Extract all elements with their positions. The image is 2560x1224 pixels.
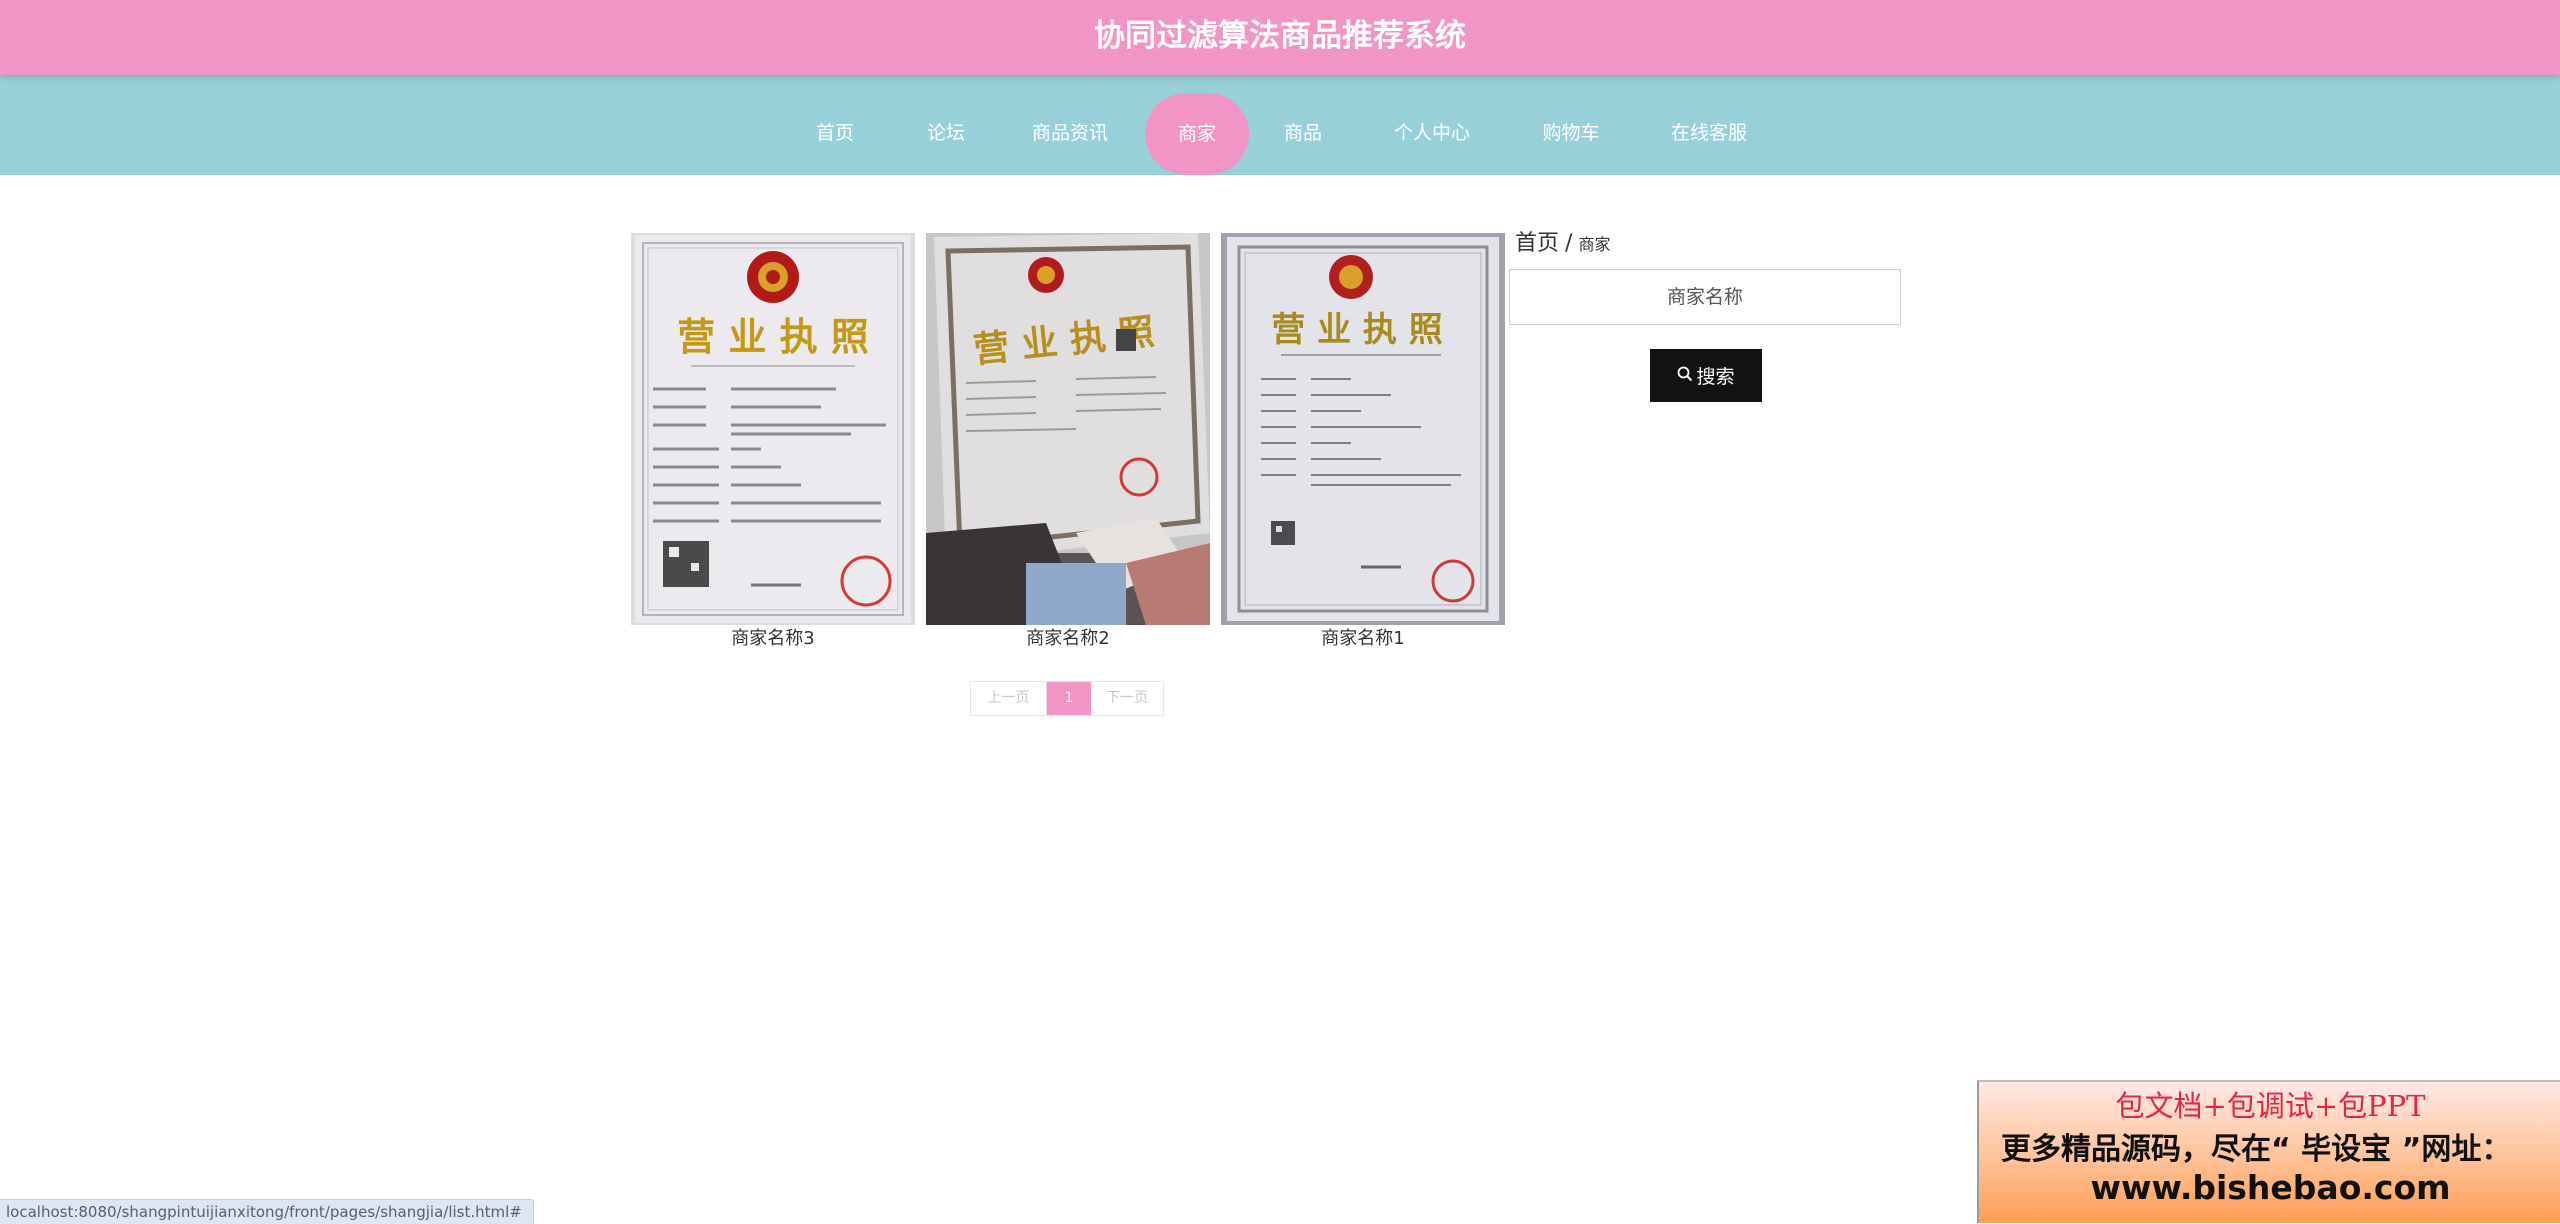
main-nav: 首页 论坛 商品资讯 商家 商品 个人中心 购物车 在线客服 — [0, 75, 2560, 175]
nav-item-product-news[interactable]: 商品资讯 — [1024, 92, 1116, 175]
current-page[interactable]: 1 — [1047, 682, 1091, 715]
merchant-name[interactable]: 商家名称1 — [1221, 626, 1505, 652]
site-title: 协同过滤算法商品推荐系统 — [1094, 18, 1466, 54]
ad-banner[interactable]: 包文档+包调试+包PPT 更多精品源码，尽在“ 毕设宝 ”网址： www.bis… — [1977, 1080, 2560, 1223]
merchant-name[interactable]: 商家名称3 — [631, 626, 915, 652]
nav-item-personal-center[interactable]: 个人中心 — [1385, 92, 1479, 175]
nav-item-forum[interactable]: 论坛 — [916, 92, 976, 175]
nav-item-cart[interactable]: 购物车 — [1529, 92, 1613, 175]
next-page-button[interactable]: 下一页 — [1091, 682, 1163, 715]
nav-item-products[interactable]: 商品 — [1273, 92, 1333, 175]
nav-item-online-service[interactable]: 在线客服 — [1664, 92, 1754, 175]
search-icon — [1677, 365, 1696, 387]
breadcrumb: 首页 / 商家 — [1515, 226, 1610, 262]
nav-item-home[interactable]: 首页 — [805, 92, 865, 175]
license-title: 营 业 执 照 — [1271, 310, 1443, 350]
breadcrumb-separator: / — [1565, 231, 1573, 256]
breadcrumb-current: 商家 — [1578, 235, 1611, 254]
prev-page-button[interactable]: 上一页 — [971, 682, 1047, 715]
search-button[interactable]: 搜索 — [1650, 349, 1762, 402]
nav-item-merchant[interactable]: 商家 — [1145, 93, 1249, 175]
license-title: 营 业 执 照 — [677, 314, 869, 359]
title-bar: 协同过滤算法商品推荐系统 — [0, 0, 2560, 75]
merchant-name[interactable]: 商家名称2 — [926, 626, 1210, 652]
ad-line-3: www.bishebao.com — [2090, 1168, 2451, 1207]
merchant-license-image[interactable]: 营 业 执 照 — [1221, 233, 1505, 625]
ad-line-2: 更多精品源码，尽在“ 毕设宝 ”网址： — [2001, 1132, 2512, 1167]
search-button-label: 搜索 — [1696, 366, 1735, 388]
merchant-license-image[interactable]: 营 业 执 照 — [631, 233, 915, 625]
ad-line-1: 包文档+包调试+包PPT — [2115, 1089, 2426, 1123]
status-bar-url: localhost:8080/shangpintuijianxitong/fro… — [0, 1199, 534, 1224]
merchant-license-image[interactable]: 营 业 执 照 — [926, 233, 1210, 625]
breadcrumb-home[interactable]: 首页 — [1515, 231, 1559, 256]
pagination: 上一页 1 下一页 — [970, 681, 1164, 716]
merchant-name-search-input[interactable] — [1509, 269, 1901, 325]
